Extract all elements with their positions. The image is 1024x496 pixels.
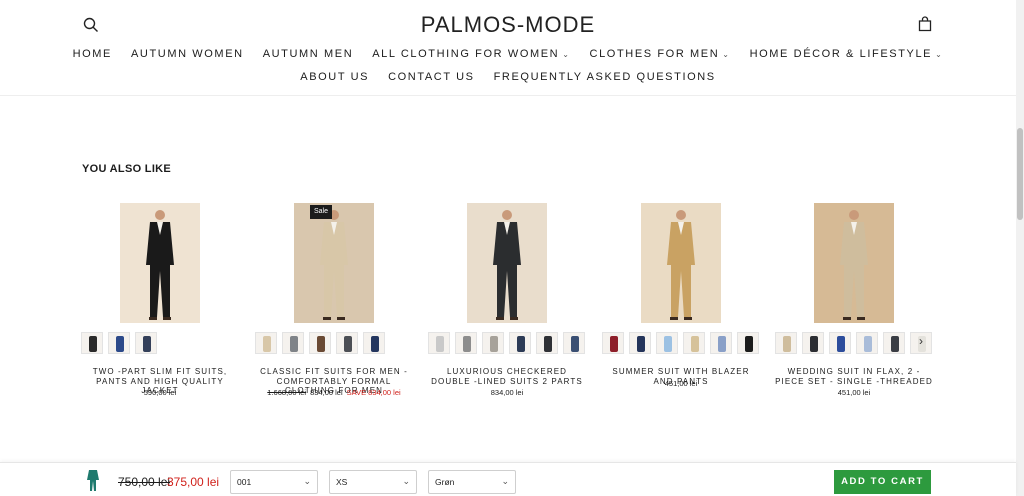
color-swatches [602, 332, 759, 354]
compare-at-price: 1.668,00 lei [267, 388, 307, 397]
current-price: 834,00 lei [310, 388, 343, 397]
color-select-value: Grøn [435, 477, 455, 487]
color-swatches [428, 332, 585, 354]
main-nav-row-2: ABOUT US CONTACT US FREQUENTLY ASKED QUE… [0, 71, 1016, 83]
color-swatch[interactable] [656, 332, 678, 354]
color-swatch[interactable] [135, 332, 157, 354]
product-title[interactable]: WEDDING SUIT IN FLAX, 2 -PIECE SET - SIN… [775, 367, 933, 386]
sale-badge: Sale [310, 205, 332, 219]
current-price: 590,00 lei [143, 388, 177, 397]
color-swatch[interactable] [829, 332, 851, 354]
cart-icon[interactable] [917, 16, 933, 32]
nav-item-clothes-for-men[interactable]: CLOTHES FOR MEN ⌄ [590, 48, 731, 60]
color-swatch[interactable] [629, 332, 651, 354]
product-image[interactable] [294, 203, 374, 323]
chevron-down-icon: ⌄ [303, 476, 311, 486]
section-title: YOU ALSO LIKE [82, 163, 172, 175]
current-price: 834,00 lei [490, 388, 524, 397]
color-swatches [81, 332, 157, 354]
color-swatch[interactable] [482, 332, 504, 354]
store-logo[interactable]: PALMOS-MODE [0, 12, 1016, 38]
color-swatch[interactable] [802, 332, 824, 354]
original-price: 750,00 lei [118, 475, 171, 489]
scrollbar-thumb[interactable] [1017, 128, 1023, 220]
chevron-down-icon: ⌄ [722, 50, 731, 59]
chevron-down-icon: ⌄ [935, 50, 944, 59]
color-swatch[interactable] [536, 332, 558, 354]
color-swatch[interactable] [363, 332, 385, 354]
product-thumbnail [81, 468, 105, 492]
color-swatch[interactable] [336, 332, 358, 354]
nav-item-autumn-men[interactable]: AUTUMN MEN [263, 48, 354, 60]
color-swatches [255, 332, 385, 354]
color-swatch[interactable] [255, 332, 277, 354]
add-to-cart-button[interactable]: ADD TO CART [834, 470, 931, 494]
color-swatch[interactable] [883, 332, 905, 354]
product-price: 1.668,00 lei 834,00 lei SAVE 834,00 lei [255, 388, 413, 397]
color-swatch[interactable] [683, 332, 705, 354]
site-header: PALMOS-MODE HOME AUTUMN WOMEN AUTUMN MEN… [0, 0, 1016, 96]
sale-price: 375,00 lei [167, 475, 220, 489]
color-swatch[interactable] [602, 332, 624, 354]
chevron-down-icon: ⌄ [501, 476, 509, 486]
variant-select-value: 001 [237, 477, 252, 487]
product-image[interactable] [641, 203, 721, 323]
color-swatch[interactable] [108, 332, 130, 354]
current-price: 451,00 lei [837, 388, 871, 397]
savings-label: SAVE 834,00 lei [346, 388, 401, 397]
product-price: 834,00 lei [428, 388, 586, 397]
nav-item-autumn-women[interactable]: AUTUMN WOMEN [131, 48, 244, 60]
color-swatch[interactable] [710, 332, 732, 354]
product-image[interactable] [467, 203, 547, 323]
chevron-down-icon: ⌄ [402, 476, 410, 486]
nav-item-about-us[interactable]: ABOUT US [300, 71, 369, 83]
size-select-value: XS [336, 477, 348, 487]
color-swatch[interactable] [856, 332, 878, 354]
product-price: 451,00 lei [602, 379, 760, 388]
color-swatches [775, 332, 932, 354]
product-image[interactable] [814, 203, 894, 323]
variant-select[interactable]: 001 ⌄ [230, 470, 318, 494]
nav-item-home[interactable]: HOME [73, 48, 112, 60]
color-swatch[interactable] [81, 332, 103, 354]
product-title[interactable]: LUXURIOUS CHECKERED DOUBLE -LINED SUITS … [428, 367, 586, 386]
color-swatch[interactable] [509, 332, 531, 354]
color-swatch[interactable] [428, 332, 450, 354]
nav-item-contact-us[interactable]: CONTACT US [388, 71, 475, 83]
color-swatch[interactable] [775, 332, 797, 354]
main-nav-row-1: HOME AUTUMN WOMEN AUTUMN MEN ALL CLOTHIN… [0, 48, 1016, 60]
color-select[interactable]: Grøn ⌄ [428, 470, 516, 494]
product-image[interactable] [120, 203, 200, 323]
product-price: 451,00 lei [775, 388, 933, 397]
color-swatch[interactable] [282, 332, 304, 354]
swatch-next-arrow-icon[interactable]: › [912, 332, 930, 350]
product-price: 590,00 lei [81, 388, 239, 397]
nav-item-all-clothing-for-women[interactable]: ALL CLOTHING FOR WOMEN ⌄ [372, 48, 570, 60]
color-swatch[interactable] [737, 332, 759, 354]
page-scrollbar[interactable] [1016, 0, 1024, 496]
color-swatch[interactable] [563, 332, 585, 354]
current-price: 451,00 lei [664, 378, 698, 388]
nav-item-faq[interactable]: FREQUENTLY ASKED QUESTIONS [494, 71, 716, 83]
color-swatch[interactable] [455, 332, 477, 354]
color-swatch[interactable] [309, 332, 331, 354]
nav-item-home-decor[interactable]: HOME DÉCOR & LIFESTYLE ⌄ [750, 48, 944, 60]
sticky-add-to-cart-bar: 750,00 lei 375,00 lei 001 ⌄ XS ⌄ Grøn ⌄ … [0, 462, 1016, 496]
size-select[interactable]: XS ⌄ [329, 470, 417, 494]
chevron-down-icon: ⌄ [562, 50, 571, 59]
